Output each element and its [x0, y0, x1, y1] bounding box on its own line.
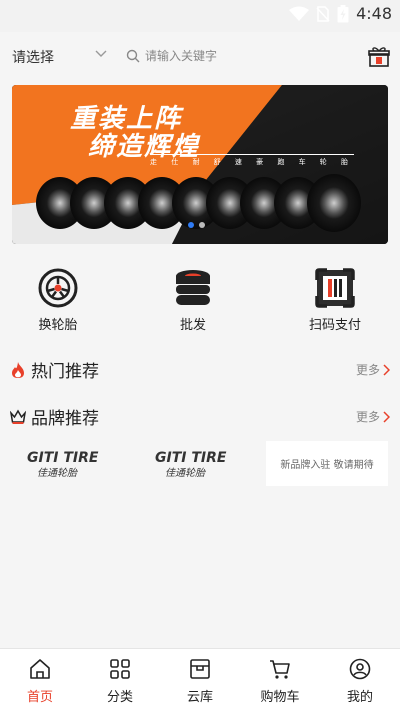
top-bar: 请选择 请输入关键字 [0, 32, 400, 82]
search-icon [126, 49, 140, 62]
banner-pagination [188, 222, 205, 228]
quick-action-label: 换轮胎 [38, 318, 78, 333]
banner-headline-line1: 重装上阵 [70, 104, 183, 134]
tab-profile[interactable]: 我的 [320, 649, 400, 711]
section-hot-title: 热门推荐 [10, 357, 99, 382]
more-label: 更多 [355, 363, 380, 377]
section-brand-label: 品牌推荐 [31, 409, 99, 429]
quick-action-label: 扫码支付 [308, 318, 361, 333]
status-bar: 4:48 [0, 0, 400, 32]
promo-banner[interactable]: 重装上阵 缔造辉煌 走 仕 耐 舒 速 豪 跑 车 轮 胎 [12, 85, 388, 244]
flame-icon [12, 361, 24, 378]
search-placeholder: 请输入关键字 [145, 49, 218, 63]
home-icon [30, 659, 50, 679]
gift-icon[interactable] [368, 46, 390, 68]
warehouse-icon [190, 659, 210, 679]
banner-headline: 重装上阵 缔造辉煌 [70, 105, 200, 161]
quick-action-wholesale[interactable]: 批发 [143, 268, 243, 333]
chevron-right-icon [383, 410, 390, 423]
hot-more-link[interactable]: 更多 [356, 361, 390, 378]
brand-card-coming-soon[interactable]: 新品牌入驻 敬请期待 [266, 441, 388, 486]
banner-dot-2[interactable] [199, 222, 205, 228]
section-hot-label: 热门推荐 [31, 362, 99, 382]
user-icon [349, 658, 371, 680]
chevron-right-icon [383, 363, 390, 376]
status-time: 4:48 [356, 4, 392, 23]
more-label: 更多 [355, 410, 380, 424]
section-brand-title: 品牌推荐 [10, 404, 99, 429]
coming-soon-label: 新品牌入驻 敬请期待 [280, 460, 374, 471]
giti-logo: GITI TIRE 佳通轮胎 [155, 450, 227, 479]
wifi-icon [289, 6, 310, 21]
giti-logo: GITI TIRE 佳通轮胎 [27, 450, 99, 479]
region-label: 请选择 [12, 50, 54, 66]
banner-dot-1[interactable] [188, 222, 194, 228]
cart-icon [270, 660, 290, 679]
brand-card-giti[interactable]: GITI TIRE 佳通轮胎 [12, 441, 132, 486]
svg-text:GITI TIRE: GITI TIRE [155, 450, 227, 466]
tire-stack-icon [176, 270, 210, 305]
svg-text:佳通轮胎: 佳通轮胎 [165, 467, 206, 479]
no-sim-icon [316, 5, 330, 22]
scan-pay-icon [315, 268, 355, 308]
region-selector[interactable]: 请选择 [12, 47, 112, 67]
tab-cart[interactable]: 购物车 [240, 649, 320, 711]
brand-more-link[interactable]: 更多 [356, 408, 390, 425]
tab-label: 分类 [106, 690, 133, 705]
quick-action-scan-pay[interactable]: 扫码支付 [285, 268, 385, 333]
grid-icon [110, 659, 130, 679]
tab-home[interactable]: 首页 [0, 649, 80, 711]
svg-text:GITI TIRE: GITI TIRE [27, 450, 99, 466]
tab-cloud-warehouse[interactable]: 云库 [160, 649, 240, 711]
quick-action-change-tire[interactable]: 换轮胎 [8, 268, 108, 333]
svg-text:佳通轮胎: 佳通轮胎 [37, 467, 78, 479]
battery-icon [337, 4, 349, 22]
tab-label: 我的 [346, 690, 373, 705]
tab-label: 云库 [186, 690, 213, 705]
chevron-down-icon [95, 50, 107, 57]
search-input[interactable]: 请输入关键字 [126, 47, 217, 64]
brand-card-giti[interactable]: GITI TIRE 佳通轮胎 [140, 441, 260, 486]
quick-action-label: 批发 [179, 318, 206, 333]
banner-subline: 走 仕 耐 舒 速 豪 跑 车 轮 胎 [150, 154, 355, 167]
wheel-icon [38, 268, 78, 308]
crown-icon [10, 409, 26, 424]
tab-label: 首页 [26, 690, 53, 705]
bottom-tab-bar: 首页 分类 云库 购物车 我的 [0, 648, 400, 711]
tab-label: 购物车 [260, 690, 300, 705]
tab-category[interactable]: 分类 [80, 649, 160, 711]
